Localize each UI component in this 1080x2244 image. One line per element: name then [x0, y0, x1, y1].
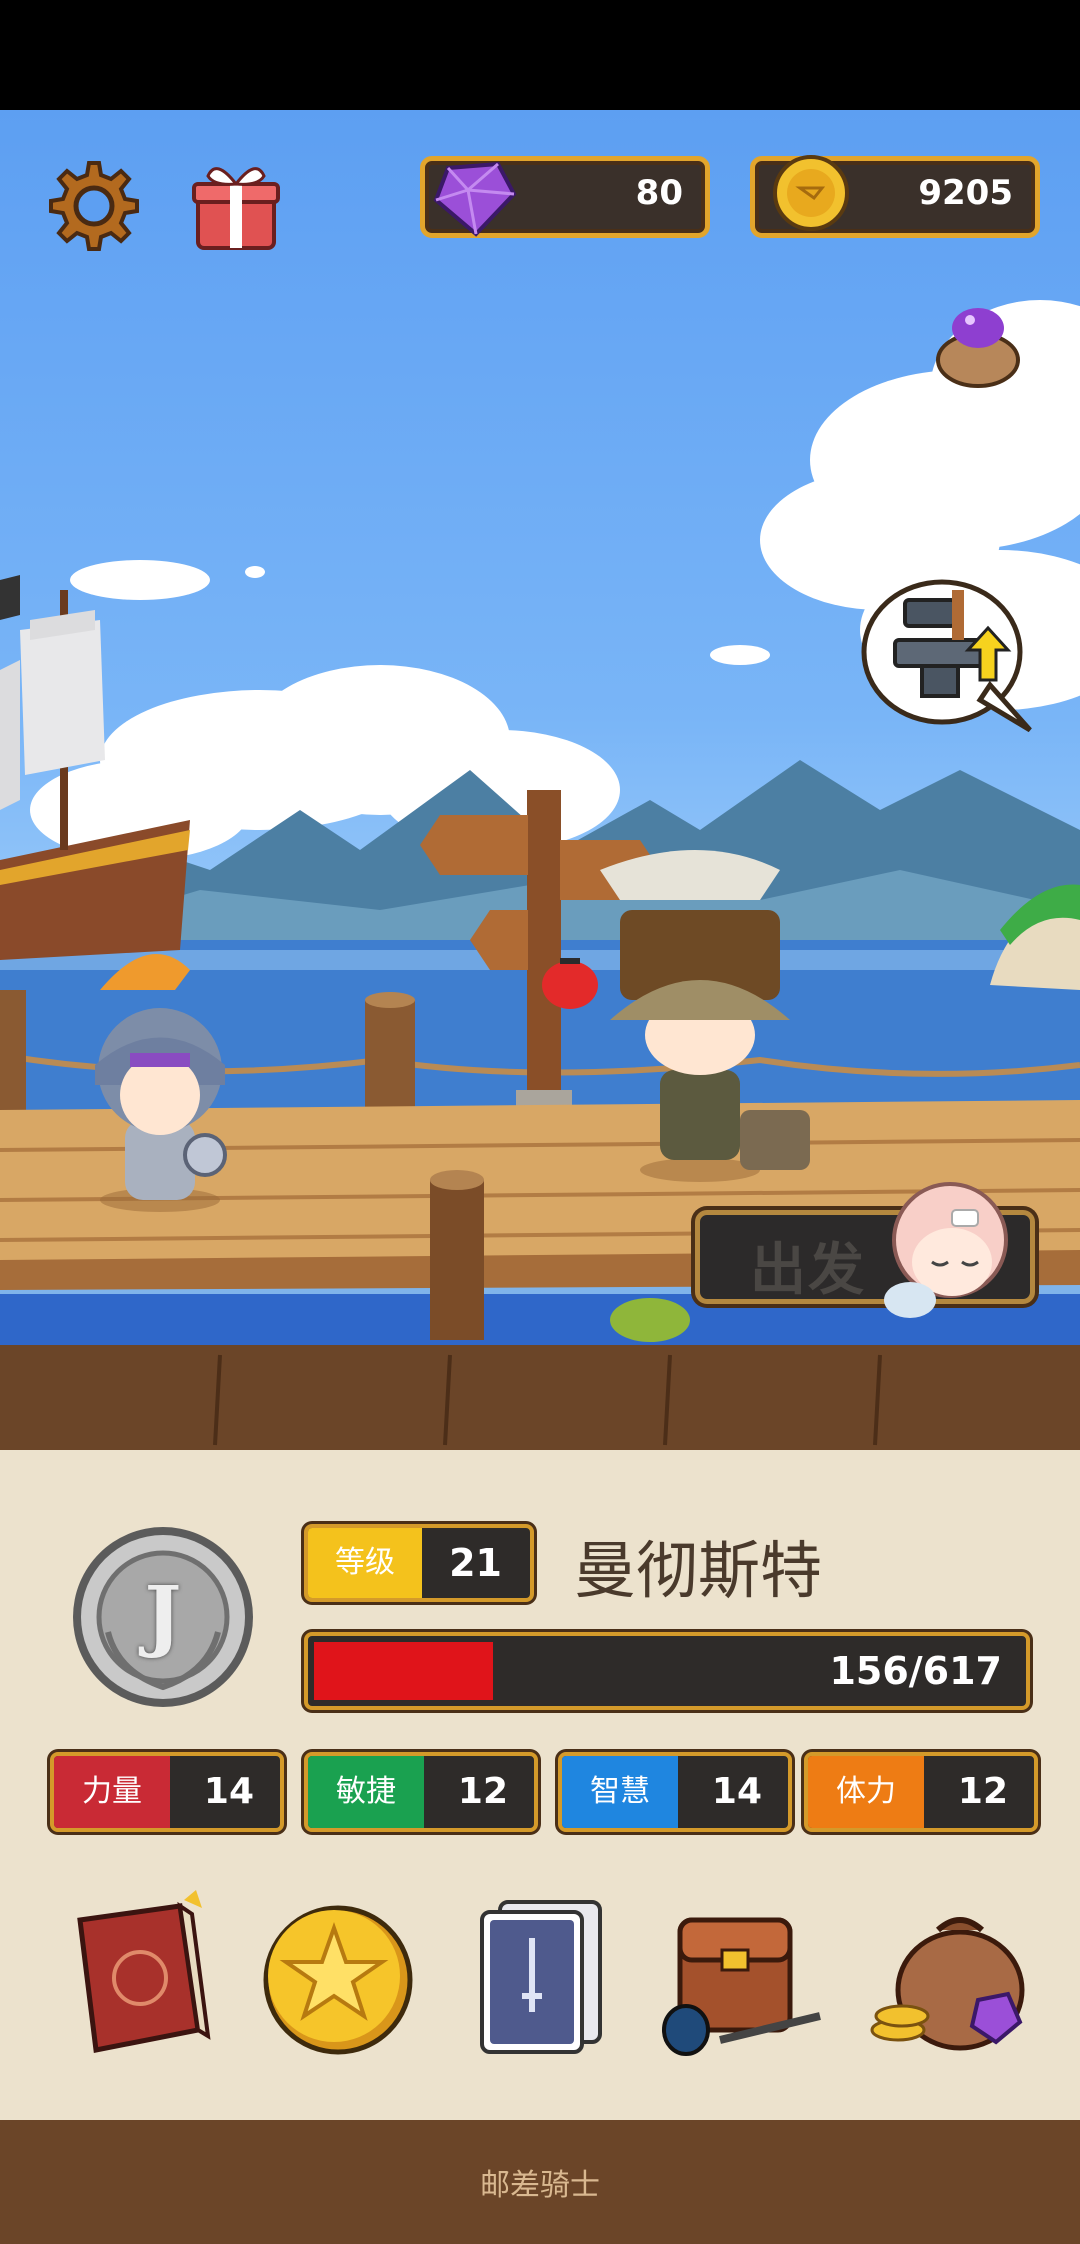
coin-count: 9205 [918, 173, 1013, 213]
stat-stamina: 体力 12 [804, 1752, 1038, 1832]
stat-wisdom: 智慧 14 [558, 1752, 792, 1832]
treasure-sack-icon [870, 1917, 1025, 2051]
gift-box-icon [192, 167, 280, 250]
hero-book-icon [77, 1890, 211, 2053]
inventory-button[interactable] [660, 1890, 821, 2060]
card-deck-button[interactable] [460, 1892, 620, 2062]
stat-agility: 敏捷 12 [304, 1752, 538, 1832]
level-value: 21 [449, 1541, 502, 1585]
hero-name: 曼彻斯特 [574, 1534, 823, 1607]
gem-count: 80 [635, 173, 683, 213]
star-coin-icon [263, 1905, 413, 2055]
level-label: 等级 [308, 1528, 422, 1598]
magic-pouch-icon [936, 308, 1020, 388]
stat-agility-value: 12 [457, 1771, 508, 1812]
app-name: 邮差骑士 [480, 2168, 600, 2203]
game-screen: 80 9205 出发 J 等级 21 曼彻斯特 156/617 力量 14 敏捷… [0, 0, 1080, 2244]
stat-stamina-label: 体力 [808, 1756, 924, 1828]
star-coin-button[interactable] [258, 1900, 418, 2070]
card-deck-icon [480, 1900, 602, 2054]
anvil-upgrade-icon [861, 579, 1032, 733]
upgrade-anvil-button[interactable] [860, 570, 1040, 740]
gold-coin-icon [770, 152, 852, 234]
inventory-bag-icon [662, 1917, 821, 2056]
hp-bar-fill [314, 1642, 493, 1700]
stat-wisdom-label: 智慧 [562, 1756, 678, 1828]
hero-book-button[interactable] [60, 1890, 220, 2060]
hp-text: 156/617 [829, 1649, 1002, 1693]
stat-stamina-value: 12 [957, 1771, 1008, 1812]
wood-divider [0, 1345, 1080, 1465]
stat-wisdom-value: 14 [711, 1771, 762, 1812]
stat-strength-value: 14 [203, 1771, 254, 1812]
emblem-letter: J [144, 1570, 182, 1661]
hero-emblem[interactable]: J [68, 1522, 258, 1712]
level-box: 等级 21 [304, 1524, 534, 1602]
settings-button[interactable] [46, 158, 142, 254]
treasure-sack-button[interactable] [868, 1890, 1028, 2060]
hp-bar: 156/617 [304, 1632, 1030, 1710]
gear-icon [49, 161, 139, 251]
magic-pouch-button[interactable] [930, 290, 1026, 390]
purple-gem-icon [428, 154, 518, 238]
gift-button[interactable] [190, 154, 282, 254]
status-bar [0, 0, 1080, 110]
stat-strength-label: 力量 [54, 1756, 170, 1828]
sleeping-girl-icon [870, 1170, 1030, 1320]
stat-strength: 力量 14 [50, 1752, 284, 1832]
depart-button-label: 出发 [750, 1238, 866, 1303]
stat-agility-label: 敏捷 [308, 1756, 424, 1828]
harbor-scene: 80 9205 出发 [0, 110, 1080, 1460]
